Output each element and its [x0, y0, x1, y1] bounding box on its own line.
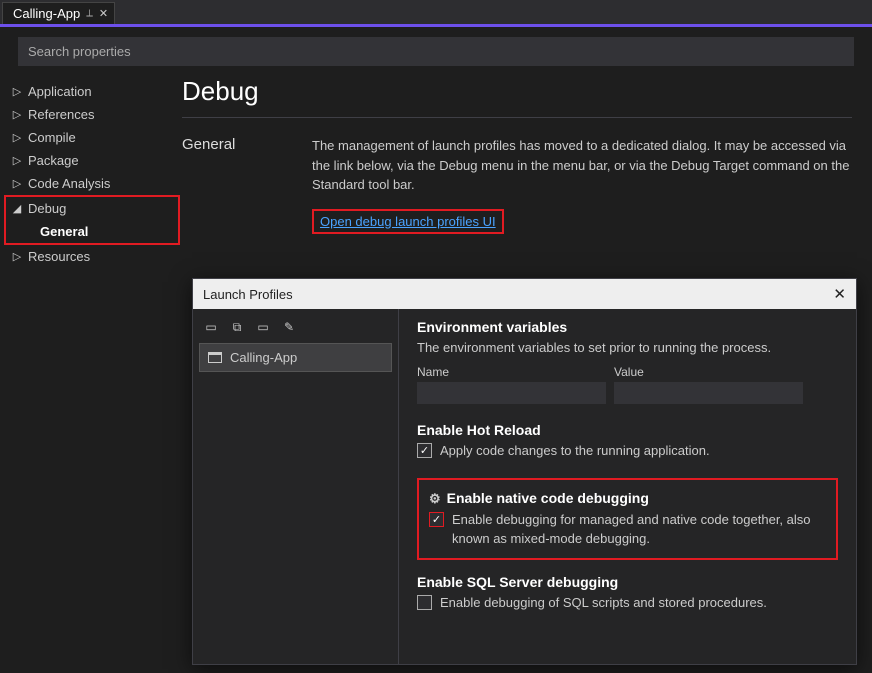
nav-references[interactable]: ▷ References: [12, 103, 172, 126]
hotreload-title: Enable Hot Reload: [417, 422, 838, 438]
nav-code-analysis[interactable]: ▷ Code Analysis: [12, 172, 172, 195]
search-row: [0, 27, 872, 74]
launch-profiles-dialog: Launch Profiles ✕ ▭ ⧉ ▭ ✎ Calling-App En…: [192, 278, 857, 665]
dialog-title-text: Launch Profiles: [203, 287, 293, 302]
env-desc: The environment variables to set prior t…: [417, 339, 838, 357]
env-name-input[interactable]: [417, 382, 606, 404]
chevron-right-icon: ▷: [12, 177, 22, 190]
nav-label: Code Analysis: [28, 176, 110, 191]
new-profile-icon[interactable]: ▭: [203, 319, 219, 335]
env-value-label: Value: [614, 365, 803, 379]
chevron-right-icon: ▷: [12, 250, 22, 263]
env-value-input[interactable]: [614, 382, 803, 404]
page-title: Debug: [182, 76, 852, 107]
sql-checkbox[interactable]: [417, 595, 432, 610]
divider: [182, 117, 852, 118]
nav-debug[interactable]: ◢ Debug: [12, 197, 172, 220]
rename-profile-icon[interactable]: ✎: [281, 319, 297, 335]
nav-label: Debug: [28, 201, 66, 216]
settings-nav: ▷ Application ▷ References ▷ Compile ▷ P…: [0, 74, 172, 673]
open-launch-profiles-link[interactable]: Open debug launch profiles UI: [320, 214, 496, 229]
native-label: Enable debugging for managed and native …: [452, 511, 826, 547]
env-title: Environment variables: [417, 319, 838, 335]
chevron-right-icon: ▷: [12, 154, 22, 167]
hotreload-label: Apply code changes to the running applic…: [440, 442, 710, 460]
tab-bar: Calling-App ⟂ ✕: [0, 0, 872, 24]
chevron-down-icon: ◢: [12, 202, 22, 215]
nav-label: Compile: [28, 130, 76, 145]
document-tab[interactable]: Calling-App ⟂ ✕: [2, 2, 115, 24]
profiles-toolbar: ▭ ⧉ ▭ ✎: [199, 315, 392, 343]
nav-application[interactable]: ▷ Application: [12, 80, 172, 103]
section-description: The management of launch profiles has mo…: [312, 136, 852, 195]
nav-label: Package: [28, 153, 79, 168]
dialog-titlebar: Launch Profiles ✕: [193, 279, 856, 309]
sql-label: Enable debugging of SQL scripts and stor…: [440, 594, 767, 612]
nav-sub-label: General: [40, 224, 88, 239]
nav-resources[interactable]: ▷ Resources: [12, 245, 172, 268]
nav-debug-general[interactable]: General: [12, 220, 172, 243]
nav-label: Application: [28, 84, 92, 99]
close-icon[interactable]: ✕: [833, 285, 846, 303]
nav-label: Resources: [28, 249, 90, 264]
chevron-right-icon: ▷: [12, 85, 22, 98]
profile-name: Calling-App: [230, 350, 297, 365]
nav-package[interactable]: ▷ Package: [12, 149, 172, 172]
native-checkbox[interactable]: ✓: [429, 512, 444, 527]
profile-item[interactable]: Calling-App: [199, 343, 392, 372]
nav-compile[interactable]: ▷ Compile: [12, 126, 172, 149]
highlight-native-debugging: Enable native code debugging ✓ Enable de…: [417, 478, 838, 559]
env-name-label: Name: [417, 365, 606, 379]
highlight-link: Open debug launch profiles UI: [312, 209, 504, 234]
chevron-right-icon: ▷: [12, 108, 22, 121]
highlight-nav-debug: ◢ Debug General: [4, 195, 180, 245]
profile-settings-panel[interactable]: Environment variables The environment va…: [399, 309, 856, 664]
search-input[interactable]: [18, 37, 854, 66]
close-icon[interactable]: ✕: [99, 7, 108, 20]
hotreload-checkbox[interactable]: ✓: [417, 443, 432, 458]
tab-title: Calling-App: [13, 6, 80, 21]
nav-label: References: [28, 107, 94, 122]
native-title: Enable native code debugging: [429, 490, 826, 507]
sql-title: Enable SQL Server debugging: [417, 574, 838, 590]
pin-icon[interactable]: ⟂: [86, 8, 93, 19]
duplicate-profile-icon[interactable]: ⧉: [229, 319, 245, 335]
profiles-panel: ▭ ⧉ ▭ ✎ Calling-App: [193, 309, 399, 664]
chevron-right-icon: ▷: [12, 131, 22, 144]
delete-profile-icon[interactable]: ▭: [255, 319, 271, 335]
window-icon: [208, 352, 222, 363]
section-label: General: [182, 136, 292, 234]
